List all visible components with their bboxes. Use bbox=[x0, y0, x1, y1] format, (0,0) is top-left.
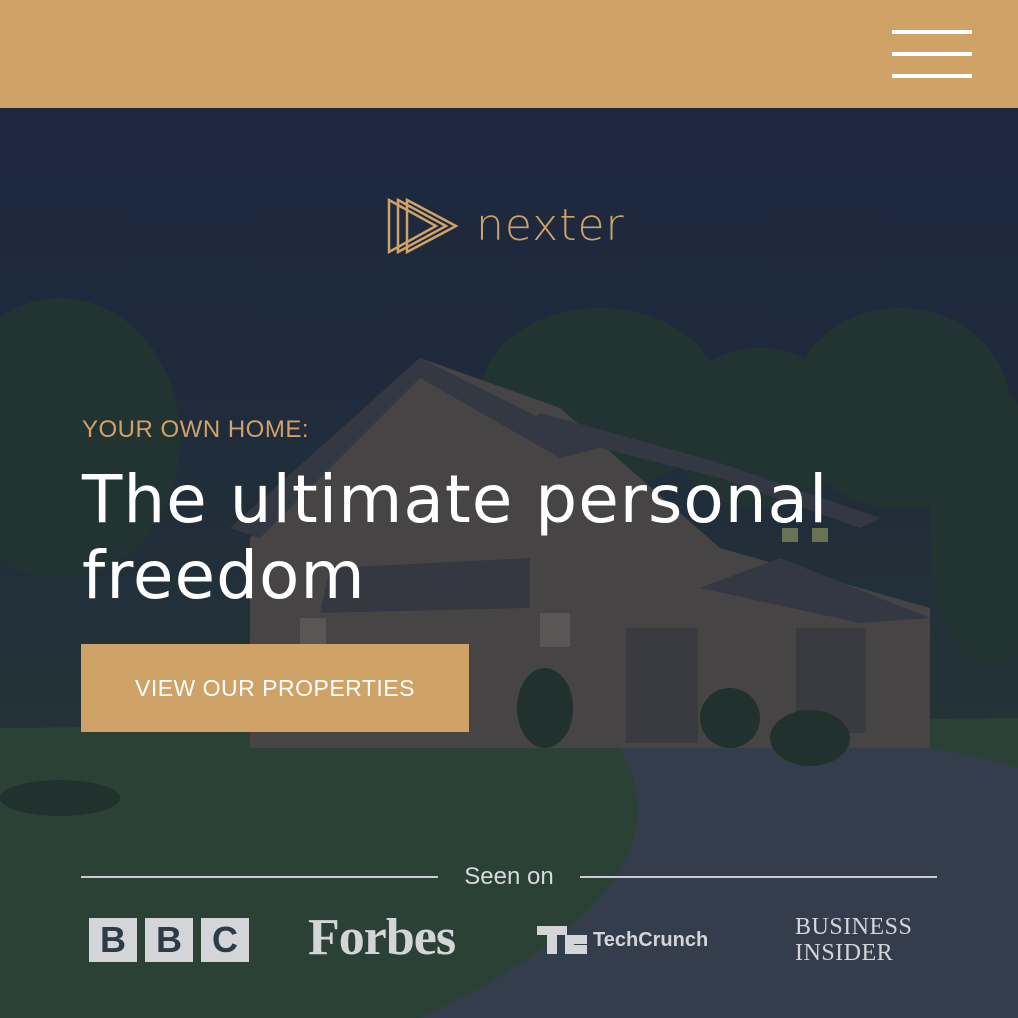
top-navbar bbox=[0, 0, 1018, 108]
seen-on-label: Seen on bbox=[464, 863, 554, 890]
bbc-letter: B bbox=[145, 918, 193, 962]
techcrunch-text: TechCrunch bbox=[593, 928, 709, 951]
menu-line bbox=[892, 30, 972, 34]
hero-headline: The ultimate personal freedom bbox=[82, 461, 829, 614]
menu-line bbox=[892, 52, 972, 56]
hamburger-menu-icon[interactable] bbox=[892, 30, 972, 78]
business-insider-logo: BUSINESS INSIDER bbox=[795, 914, 912, 966]
business-insider-line: INSIDER bbox=[795, 940, 894, 966]
bbc-logo: B B C bbox=[89, 918, 249, 962]
hero-section: nexter YOUR OWN HOME: The ultimate perso… bbox=[0, 108, 1018, 1018]
business-insider-line: BUSINESS bbox=[795, 914, 913, 940]
triple-triangle-logo-icon bbox=[387, 197, 459, 255]
techcrunch-mark-icon bbox=[537, 926, 587, 954]
bbc-letter: C bbox=[201, 918, 249, 962]
menu-line bbox=[892, 74, 972, 78]
seen-on-divider: Seen on bbox=[81, 862, 938, 892]
hero-eyebrow: YOUR OWN HOME: bbox=[82, 416, 309, 443]
view-properties-button[interactable]: VIEW OUR PROPERTIES bbox=[81, 644, 469, 732]
logo-text: nexter bbox=[476, 200, 625, 251]
forbes-logo: Forbes bbox=[308, 909, 456, 966]
techcrunch-logo: TechCrunch bbox=[537, 926, 708, 954]
divider-line bbox=[579, 876, 938, 878]
nexter-logo[interactable]: nexter bbox=[386, 196, 625, 256]
bbc-letter: B bbox=[89, 918, 137, 962]
divider-line bbox=[81, 876, 439, 878]
